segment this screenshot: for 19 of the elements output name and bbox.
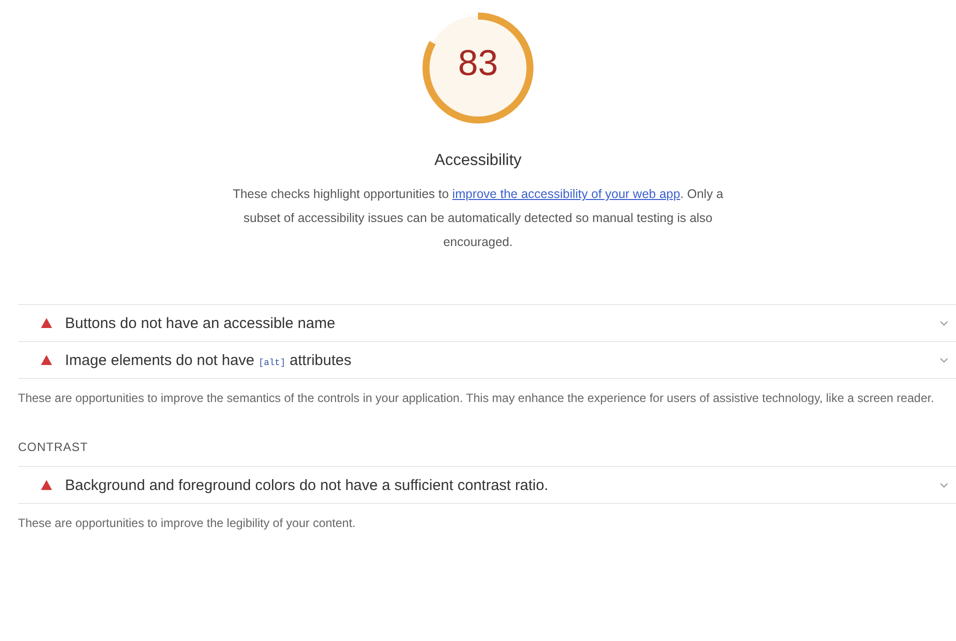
group-description: These are opportunities to improve the semantics of the controls in your application. This may enhance the experience for users of assistive technology, like a screen reader. bbox=[18, 390, 936, 407]
audit-row[interactable]: Background and foreground colors do not have a sufficient contrast ratio. bbox=[18, 467, 956, 504]
warning-triangle-icon bbox=[41, 480, 52, 490]
chevron-icon bbox=[940, 482, 948, 488]
audit-row[interactable]: Image elements do not have [alt] attributes bbox=[18, 342, 956, 379]
audit-row[interactable]: Buttons do not have an accessible name bbox=[18, 305, 956, 342]
audit-title: Buttons do not have an accessible name bbox=[65, 314, 336, 332]
warning-triangle-icon bbox=[41, 355, 52, 365]
score-value: 83 bbox=[456, 42, 500, 84]
category-title: Accessibility bbox=[434, 152, 522, 170]
warning-triangle-icon bbox=[41, 318, 52, 328]
group-heading: CONTRAST bbox=[18, 440, 89, 456]
chevron-icon bbox=[940, 320, 948, 326]
audit-title: Image elements do not have [alt] attributes bbox=[65, 352, 352, 368]
chevron-icon bbox=[940, 358, 948, 362]
group-description: These are opportunities to improve the legibility of your content. bbox=[18, 515, 357, 532]
audit-title: Background and foreground colors do not have a sufficient contrast ratio. bbox=[65, 476, 550, 494]
docs-link[interactable]: improve the accessibility of your web app bbox=[452, 187, 680, 201]
category-description: These checks highlight opportunities to improve the accessibility of your web app. Only a subset of accessibility issues can be automatically detected so manual testing is also encouraged. bbox=[232, 186, 724, 251]
